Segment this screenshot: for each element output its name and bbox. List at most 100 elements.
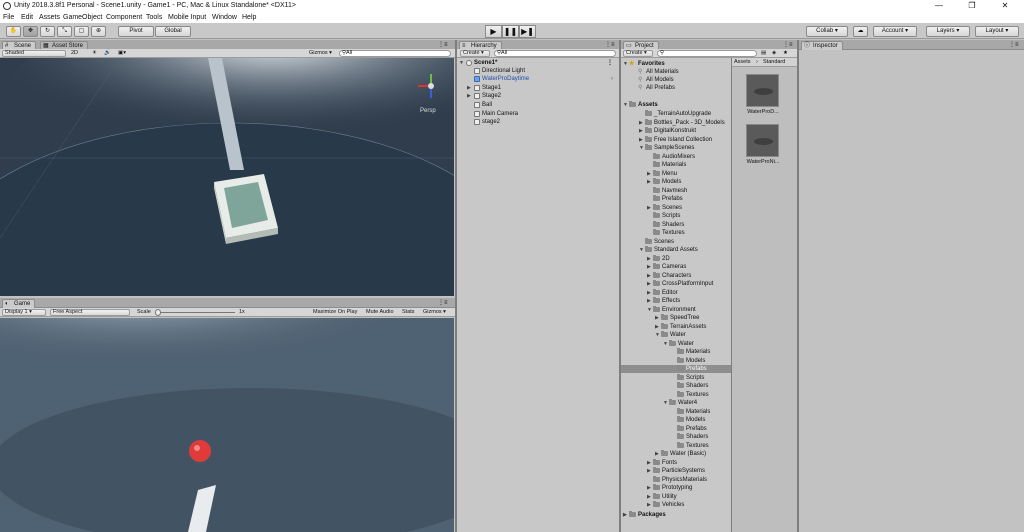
menu-tools[interactable]: Tools xyxy=(146,12,162,23)
pause-icon[interactable]: ❚❚ xyxy=(502,25,519,38)
project-tree-item[interactable]: _TerrainAutoUpgrade xyxy=(621,110,731,118)
project-tree-item[interactable]: ▶ Utility xyxy=(621,492,731,501)
move-tool-icon[interactable]: ✥ xyxy=(23,26,38,37)
panel-menu-icon[interactable]: ⋮≡ xyxy=(438,41,448,48)
prefab-thumbnail[interactable] xyxy=(746,74,779,107)
expand-arrow-icon[interactable]: ▼ xyxy=(647,306,652,314)
project-tree-item[interactable]: Textures xyxy=(621,390,731,399)
favorite-item[interactable]: ⚲ All Models xyxy=(621,76,731,84)
transform-tool-icon[interactable]: ⊕ xyxy=(91,26,106,37)
expand-arrow-icon[interactable]: ▼ xyxy=(663,340,668,348)
breadcrumb-standard[interactable]: Standard xyxy=(763,58,785,67)
rect-tool-icon[interactable]: ▢ xyxy=(74,26,89,37)
menu-file[interactable]: File xyxy=(3,12,14,23)
menu-component[interactable]: Component xyxy=(106,12,142,23)
layers-dropdown[interactable]: Layers ▾ xyxy=(926,26,970,37)
project-tree-item[interactable]: ▶ 2D xyxy=(621,254,731,263)
expand-arrow-icon[interactable]: ▼ xyxy=(655,331,660,339)
expand-arrow-icon[interactable]: ▶ xyxy=(647,459,651,467)
hierarchy-item[interactable]: ▶ Stage2 xyxy=(457,92,619,100)
collab-button[interactable]: Collab ▾ xyxy=(806,26,848,37)
project-tree-item[interactable]: Scenes xyxy=(621,237,731,246)
expand-arrow-icon[interactable]: ▶ xyxy=(647,263,651,271)
pivot-toggle[interactable]: Pivot xyxy=(118,26,154,37)
project-tree-item[interactable]: ▶ Models xyxy=(621,178,731,186)
assets-root-row[interactable]: ▼ Assets xyxy=(621,101,731,109)
project-tree-item[interactable]: Prefabs xyxy=(621,365,731,373)
project-tree-item[interactable]: ▶ Effects xyxy=(621,297,731,305)
play-icon[interactable]: ▶ xyxy=(485,25,502,38)
step-icon[interactable]: ▶❚ xyxy=(519,25,536,38)
project-tree-item[interactable]: ▶ Bottles_Pack - 3D_Models xyxy=(621,118,731,127)
scene-gizmos-dropdown[interactable]: Gizmos ▾ xyxy=(309,50,332,57)
expand-arrow-icon[interactable]: ▼ xyxy=(623,60,628,68)
scale-tool-icon[interactable]: ⤡ xyxy=(57,26,72,37)
menu-help[interactable]: Help xyxy=(242,12,256,23)
project-tree-item[interactable]: AudioMixers xyxy=(621,152,731,161)
favorites-row[interactable]: ▼ ★ Favorites xyxy=(621,60,731,68)
project-tree-item[interactable]: Shaders xyxy=(621,220,731,229)
project-menu-icon[interactable]: ⋮≡ xyxy=(783,41,793,48)
cloud-icon[interactable]: ☁ xyxy=(853,26,868,37)
expand-arrow-icon[interactable]: ▶ xyxy=(639,127,643,135)
expand-arrow-icon[interactable]: ▶ xyxy=(647,272,651,280)
hierarchy-item[interactable]: ▶ Stage1 xyxy=(457,84,619,92)
project-tree-item[interactable]: Materials xyxy=(621,348,731,356)
project-tree-item[interactable]: Shaders xyxy=(621,433,731,441)
project-tree-item[interactable]: ▼ SampleScenes xyxy=(621,144,731,152)
project-tree-item[interactable]: ▶ Menu xyxy=(621,169,731,178)
project-tree-item[interactable]: Materials xyxy=(621,407,731,416)
inspector-menu-icon[interactable]: ⋮≡ xyxy=(1009,41,1019,48)
project-tree-item[interactable]: ▼ Environment xyxy=(621,305,731,314)
label-icon[interactable]: ◈ xyxy=(772,50,776,57)
expand-arrow-icon[interactable]: ▶ xyxy=(467,92,471,100)
expand-arrow-icon[interactable]: ▶ xyxy=(647,289,651,297)
project-tree-item[interactable]: PhysicsMaterials xyxy=(621,475,731,484)
minimize-button[interactable]: — xyxy=(924,0,954,12)
rotate-tool-icon[interactable]: ↻ xyxy=(40,26,55,37)
favorite-star-icon[interactable]: ★ xyxy=(783,50,788,57)
project-tree-item[interactable]: Prefabs xyxy=(621,424,731,433)
expand-arrow-icon[interactable]: ▶ xyxy=(647,501,651,509)
expand-arrow-icon[interactable]: ▶ xyxy=(655,450,659,458)
expand-arrow-icon[interactable]: ▶ xyxy=(647,204,651,212)
expand-arrow-icon[interactable]: ▶ xyxy=(647,170,651,178)
project-tree-item[interactable]: ▼ Water4 xyxy=(621,399,731,407)
expand-arrow-icon[interactable]: ▼ xyxy=(639,144,644,152)
project-tree-item[interactable]: ▶ ParticleSystems xyxy=(621,467,731,475)
expand-arrow-icon[interactable]: ▶ xyxy=(647,493,651,501)
project-tree-item[interactable]: ▶ Fonts xyxy=(621,458,731,467)
expand-arrow-icon[interactable]: ▶ xyxy=(623,511,627,519)
project-tree-item[interactable]: ▼ Water xyxy=(621,331,731,339)
scene-root-row[interactable]: ▼ Scene1* ⋮ xyxy=(457,59,619,67)
project-tree-item[interactable]: Textures xyxy=(621,229,731,237)
game-panel-menu-icon[interactable]: ⋮≡ xyxy=(438,299,448,306)
prefab-thumbnail[interactable] xyxy=(746,124,779,157)
hierarchy-item[interactable]: stage2 xyxy=(457,118,619,126)
hierarchy-create-button[interactable]: Create ▾ xyxy=(460,50,490,57)
project-tree-item[interactable]: ▶ TerrainAssets xyxy=(621,322,731,331)
shading-dropdown[interactable]: Shaded xyxy=(2,50,66,57)
tab-inspector[interactable]: ⓘ Inspector xyxy=(801,41,843,50)
restore-button[interactable]: ❐ xyxy=(957,0,987,12)
project-tree-item[interactable]: ▶ Water (Basic) xyxy=(621,450,731,458)
hand-tool-icon[interactable]: ✋ xyxy=(6,26,21,37)
2d-toggle[interactable]: 2D xyxy=(71,50,78,57)
expand-arrow-icon[interactable]: ▼ xyxy=(639,246,644,254)
maximize-on-play-toggle[interactable]: Maximize On Play xyxy=(313,309,357,316)
close-button[interactable]: ✕ xyxy=(990,0,1020,12)
hierarchy-item[interactable]: Ball xyxy=(457,101,619,109)
project-tree-item[interactable]: ▶ Free Island Collection xyxy=(621,135,731,144)
chevron-right-icon[interactable]: › xyxy=(611,75,613,83)
effects-icon[interactable]: ▣▾ xyxy=(118,50,126,57)
project-create-button[interactable]: Create ▾ xyxy=(623,50,653,57)
packages-row[interactable]: ▶ Packages xyxy=(621,511,731,519)
scene-view[interactable]: Persp xyxy=(0,58,454,296)
game-gizmos-dropdown[interactable]: Gizmos ▾ xyxy=(423,309,446,316)
project-tree-item[interactable]: ▶ CrossPlatformInput xyxy=(621,280,731,288)
mute-audio-toggle[interactable]: Mute Audio xyxy=(366,309,394,316)
expand-arrow-icon[interactable]: ▶ xyxy=(639,119,643,127)
project-tree-item[interactable]: Models xyxy=(621,356,731,365)
hierarchy-item[interactable]: WaterProDaytime › xyxy=(457,75,619,83)
expand-arrow-icon[interactable]: ▶ xyxy=(639,136,643,144)
